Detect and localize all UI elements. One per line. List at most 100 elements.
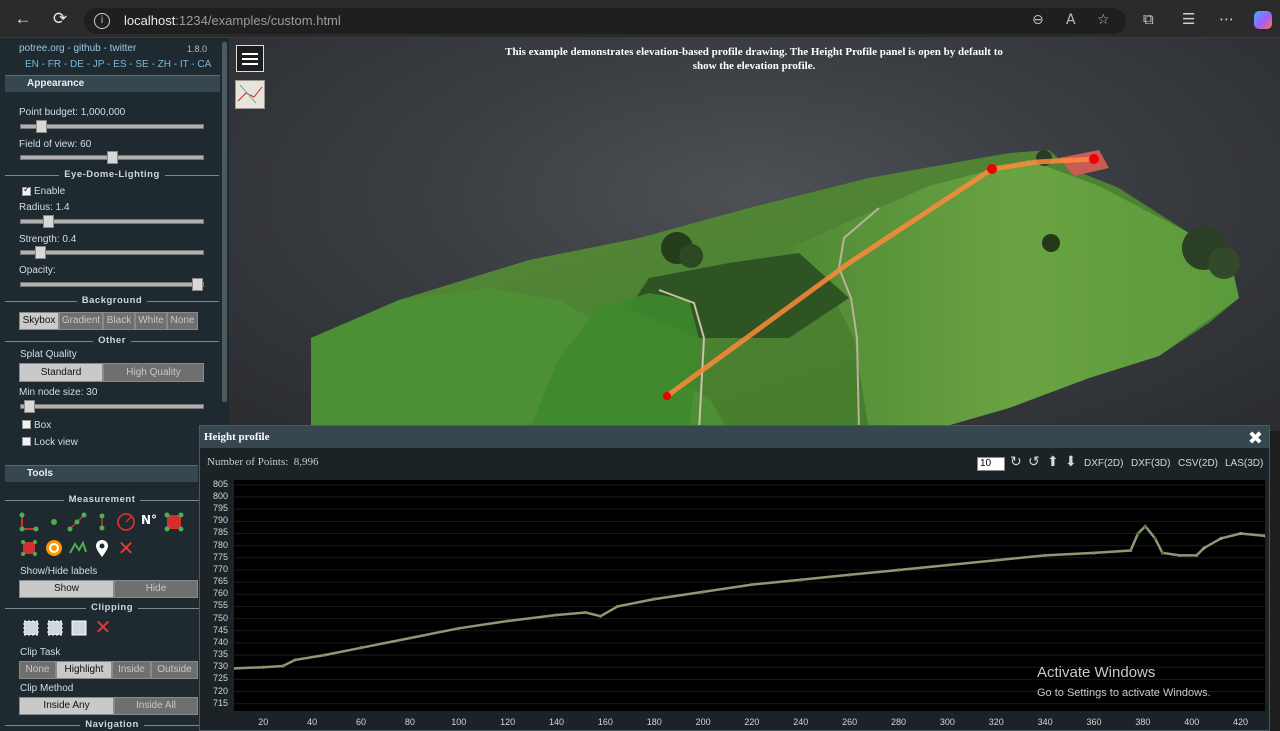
opacity-label: Opacity: [19,265,56,276]
slider-knob[interactable] [35,246,46,259]
fov-slider[interactable] [20,151,204,164]
profile-point [322,653,326,657]
more-options-icon[interactable]: ⋯ [1219,10,1234,28]
address-bar[interactable]: i localhost:1234/examples/custom.html ⊖ … [84,8,1126,34]
favorites-icon[interactable]: ☰ [1182,10,1195,28]
sidebar-scrollbar[interactable] [222,42,227,402]
profile-point [408,636,412,640]
copilot-icon[interactable] [1254,11,1272,29]
hide-labels-button[interactable]: Hide [114,580,198,598]
y-tick-label: 745 [212,624,228,635]
radius-slider[interactable] [20,215,204,228]
x-tick-label: 280 [891,717,907,727]
profile-point [584,610,588,615]
sphere-volume-tool-icon[interactable] [44,538,64,558]
splat-high-quality-button[interactable]: High Quality [103,363,204,382]
export-las-3d-link[interactable]: LAS(3D) [1225,458,1263,469]
show-labels-button[interactable]: Show [19,580,114,598]
zoom-icon[interactable]: ⊖ [1032,12,1044,28]
clip-method-inside-any-button[interactable]: Inside Any [19,697,114,715]
show-hide-labels-label: Show/Hide labels [20,566,98,577]
point-budget-slider[interactable] [20,120,204,133]
background-none-button[interactable]: None [167,312,198,330]
export-csv-2d-link[interactable]: CSV(2D) [1178,458,1218,469]
profile-point [1043,553,1047,557]
clip-task-outside-button[interactable]: Outside [151,661,198,679]
box-label: Box [34,420,52,431]
point-tool-icon[interactable] [44,512,64,532]
circle-tool-icon[interactable] [116,512,136,532]
language-links[interactable]: EN - FR - DE - JP - ES - SE - ZH - IT - … [25,59,211,70]
azimuth-tool-icon[interactable]: N° [139,510,159,530]
opacity-slider[interactable] [20,278,204,291]
back-arrow-icon[interactable]: ← [13,9,33,29]
box-checkbox[interactable] [22,420,31,429]
slider-knob[interactable] [43,215,54,228]
distance-tool-icon[interactable] [67,512,87,532]
y-tick-label: 775 [212,551,228,562]
background-white-button[interactable]: White [135,312,167,330]
url-text[interactable]: localhost:1234/examples/custom.html [124,13,341,28]
splat-standard-button[interactable]: Standard [19,363,103,382]
slider-knob[interactable] [192,278,203,291]
tools-header[interactable]: Tools [5,465,198,482]
clip-task-none-button[interactable]: None [19,661,56,679]
read-aloud-icon[interactable]: A [1066,12,1076,28]
rotate-left-icon[interactable]: ↺ [1028,454,1040,470]
x-tick-label: 120 [500,717,516,727]
profile-tool-icon[interactable] [68,538,88,558]
min-node-size-slider[interactable] [20,400,204,413]
clip-polygon-icon[interactable] [45,618,65,638]
remove-clipping-icon[interactable]: ✕ [93,617,113,637]
lock-view-checkbox[interactable] [22,437,31,446]
clip-task-highlight-button[interactable]: Highlight [56,661,112,679]
background-skybox-button[interactable]: Skybox [19,312,59,330]
clip-task-inside-button[interactable]: Inside [112,661,151,679]
map-toggle-icon[interactable] [235,80,265,109]
edl-enable-checkbox[interactable] [22,185,31,196]
move-up-icon[interactable]: ⬆ [1047,454,1059,470]
x-tick-label: 260 [842,717,858,727]
profile-point [1136,531,1140,536]
profile-point [1092,551,1096,555]
y-tick-label: 760 [212,588,228,599]
menu-toggle-button[interactable] [236,45,264,72]
y-tick-label: 725 [212,673,228,684]
number-of-points: Number of Points: 8,996 [207,456,319,468]
appearance-header[interactable]: Appearance [5,75,220,92]
volume-tool-icon[interactable] [19,538,39,558]
x-tick-label: 400 [1184,717,1200,727]
rotate-right-icon[interactable]: ↻ [1010,454,1022,470]
export-dxf-3d-link[interactable]: DXF(3D) [1131,458,1170,469]
point-cloud-viewer[interactable]: This example demonstrates elevation-base… [229,38,1280,431]
screen-box-select-icon[interactable] [69,618,89,638]
background-gradient-button[interactable]: Gradient [59,312,103,330]
height-profile-title[interactable]: Height profile [200,426,1269,448]
annotation-tool-icon[interactable] [92,538,112,558]
angle-tool-icon[interactable] [19,512,39,532]
area-tool-icon[interactable] [164,512,184,532]
slider-knob[interactable] [107,151,118,164]
clip-method-inside-all-button[interactable]: Inside All [114,697,198,715]
point-budget-label: Point budget: 1,000,000 [19,107,126,118]
refresh-icon[interactable]: ⟳ [50,9,70,29]
move-down-icon[interactable]: ⬇ [1065,454,1077,470]
navigation-section-title: Navigation [5,719,219,731]
background-black-button[interactable]: Black [103,312,135,330]
top-links[interactable]: potree.org - github - twitter [19,43,136,54]
x-tick-label: 140 [548,717,564,727]
y-tick-label: 805 [212,478,228,489]
slider-knob[interactable] [36,120,47,133]
export-dxf-2d-link[interactable]: DXF(2D) [1084,458,1123,469]
favorite-star-icon[interactable]: ☆ [1097,12,1110,28]
strength-slider[interactable] [20,246,204,259]
site-info-icon[interactable]: i [94,13,110,29]
remove-measurements-icon[interactable]: ✕ [116,538,136,558]
clip-volume-icon[interactable] [21,618,41,638]
y-tick-label: 765 [212,576,228,587]
slider-knob[interactable] [24,400,35,413]
profile-width-input[interactable]: 10 [977,457,1005,471]
height-tool-icon[interactable] [92,512,112,532]
close-icon[interactable]: ✖ [1248,428,1263,449]
extensions-icon[interactable]: ⧉ [1143,10,1154,28]
